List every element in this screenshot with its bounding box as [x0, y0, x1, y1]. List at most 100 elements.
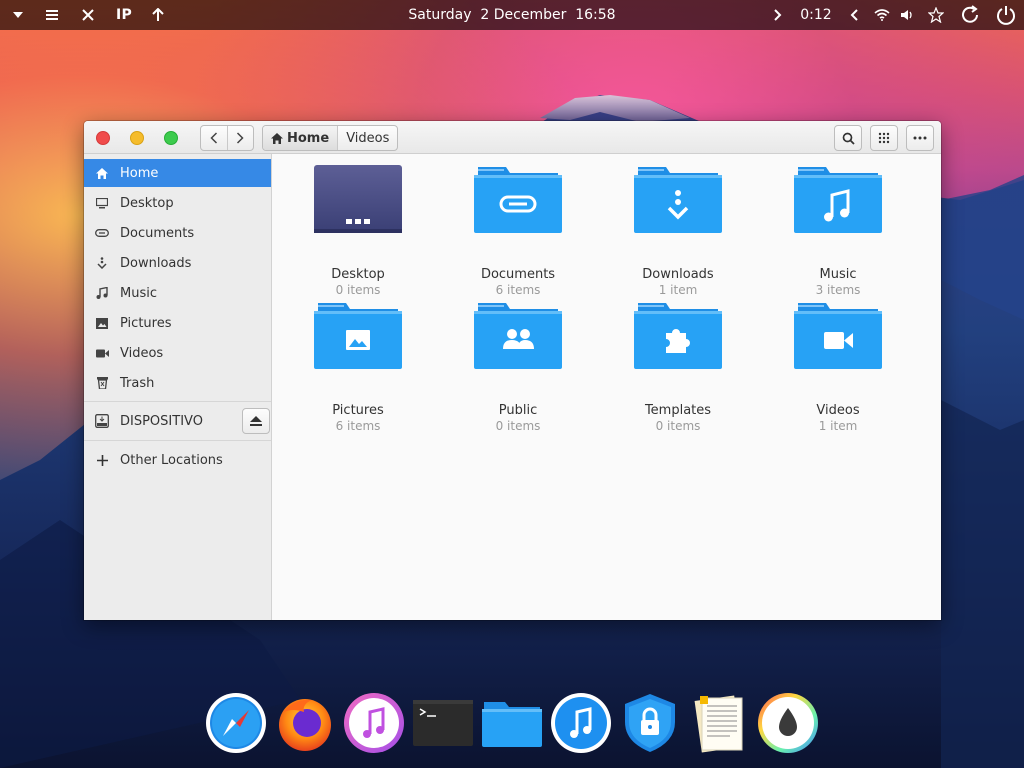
breadcrumb-videos[interactable]: Videos [338, 126, 397, 150]
chevron-left-icon [210, 132, 217, 144]
videos-folder-icon [794, 303, 882, 369]
window-minimize-button[interactable] [130, 131, 144, 145]
music-player-icon[interactable] [550, 692, 612, 754]
breadcrumb-home[interactable]: Home [263, 126, 339, 150]
power-icon[interactable] [994, 0, 1018, 30]
folder-count: 0 items [335, 283, 381, 297]
folder-downloads[interactable]: Downloads 1 item [613, 165, 743, 297]
folder-count: 0 items [655, 419, 701, 433]
window-close-button[interactable] [96, 131, 110, 145]
menu-icon[interactable] [42, 0, 62, 30]
eject-icon [250, 416, 262, 426]
terminal-icon[interactable] [412, 692, 474, 754]
star-icon[interactable] [926, 0, 946, 30]
folder-desktop[interactable]: Desktop 0 items [293, 165, 423, 297]
file-manager-window: Home Videos Home Desktop Documents Downl… [84, 121, 941, 620]
home-icon [271, 132, 283, 144]
more-icon [913, 136, 927, 140]
sidebar-item-videos[interactable]: Videos [84, 339, 271, 367]
nav-buttons [200, 125, 254, 151]
chevron-right-icon[interactable] [770, 0, 786, 30]
pictures-icon [84, 317, 120, 329]
sidebar-divider [84, 440, 271, 441]
breadcrumb: Home Videos [262, 125, 399, 151]
sidebar-item-label: Pictures [120, 315, 172, 331]
upload-arrow-icon[interactable] [148, 0, 168, 30]
sidebar-item-music[interactable]: Music [84, 279, 271, 307]
firefox-icon[interactable] [274, 692, 336, 754]
folder-name: Pictures [332, 403, 384, 418]
sidebar-item-other-locations[interactable]: Other Locations [84, 446, 271, 474]
music-folder-icon [794, 167, 882, 233]
sidebar-item-documents[interactable]: Documents [84, 219, 271, 247]
refresh-icon[interactable] [958, 0, 982, 30]
window-maximize-button[interactable] [164, 131, 178, 145]
sidebar-item-downloads[interactable]: Downloads [84, 249, 271, 277]
sidebar-item-label: Other Locations [120, 452, 223, 468]
trash-icon [84, 377, 120, 389]
dropdown-icon[interactable] [8, 0, 28, 30]
folder-name: Downloads [642, 267, 714, 282]
folder-public[interactable]: Public 0 items [453, 301, 583, 433]
sidebar-item-label: Documents [120, 225, 195, 241]
sidebar-item-label: Videos [120, 345, 164, 361]
music-icon [84, 287, 120, 299]
folder-count: 3 items [815, 283, 861, 297]
search-button[interactable] [834, 125, 862, 151]
downloads-folder-icon [634, 167, 722, 233]
desktop-icon [84, 197, 120, 209]
documents-folder-icon [474, 167, 562, 233]
folder-name: Music [819, 267, 857, 282]
volume-icon[interactable] [898, 0, 916, 30]
chevron-left-icon[interactable] [846, 0, 862, 30]
folder-count: 6 items [495, 283, 541, 297]
folder-templates[interactable]: Templates 0 items [613, 301, 743, 433]
folder-name: Templates [644, 403, 712, 418]
window-titlebar[interactable]: Home Videos [84, 121, 941, 154]
eject-button[interactable] [242, 408, 270, 434]
safari-icon[interactable] [205, 692, 267, 754]
files-icon[interactable] [481, 692, 543, 754]
breadcrumb-home-label: Home [287, 130, 330, 146]
drive-icon [84, 414, 120, 428]
sidebar-item-label: Desktop [120, 195, 174, 211]
vpn-lock-icon[interactable] [619, 692, 681, 754]
pictures-folder-icon [314, 303, 402, 369]
forward-button[interactable] [226, 126, 254, 150]
top-panel: IP Saturday 2 December 16:58 0:12 [0, 0, 1024, 30]
sidebar-item-label: Downloads [120, 255, 192, 271]
breadcrumb-videos-label: Videos [346, 130, 390, 146]
sidebar-item-label: Music [120, 285, 157, 301]
sidebar-divider [84, 401, 271, 402]
ip-indicator[interactable]: IP [112, 0, 136, 30]
clock[interactable]: Saturday 2 December 16:58 [398, 0, 626, 30]
downloads-icon [84, 257, 120, 269]
text-editor-icon[interactable] [688, 692, 750, 754]
close-icon[interactable] [78, 0, 98, 30]
sidebar-item-trash[interactable]: Trash [84, 369, 271, 397]
folder-name: Documents [480, 267, 556, 282]
sidebar-item-pictures[interactable]: Pictures [84, 309, 271, 337]
back-button[interactable] [201, 126, 227, 150]
chevron-right-icon [237, 132, 244, 144]
folder-documents[interactable]: Documents 6 items [453, 165, 583, 297]
folder-count: 1 item [658, 283, 698, 297]
sidebar-item-home[interactable]: Home [84, 159, 271, 187]
folder-pictures[interactable]: Pictures 6 items [293, 301, 423, 433]
timer[interactable]: 0:12 [796, 0, 836, 30]
sidebar-item-desktop[interactable]: Desktop [84, 189, 271, 217]
templates-folder-icon [634, 303, 722, 369]
wifi-icon[interactable] [872, 0, 892, 30]
file-view: Desktop 0 items Documents 6 items Downlo… [272, 154, 941, 620]
home-icon [84, 167, 120, 179]
more-options-button[interactable] [906, 125, 934, 151]
folder-music[interactable]: Music 3 items [773, 165, 903, 297]
color-drop-icon[interactable] [757, 692, 819, 754]
sidebar: Home Desktop Documents Downloads Music P… [84, 154, 272, 620]
folder-videos[interactable]: Videos 1 item [773, 301, 903, 433]
itunes-icon[interactable] [343, 692, 405, 754]
videos-icon [84, 349, 120, 358]
public-folder-icon [474, 303, 562, 369]
sidebar-item-label: DISPOSITIVO [120, 413, 203, 429]
view-grid-button[interactable] [870, 125, 898, 151]
